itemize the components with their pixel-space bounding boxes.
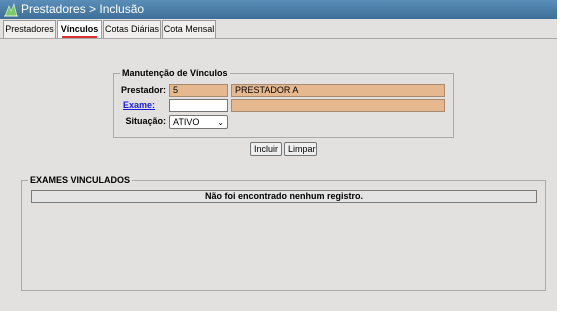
situacao-select[interactable]: ATIVO ⌄ [169, 115, 228, 129]
empty-results-message: Não foi encontrado nenhum registro. [31, 190, 537, 203]
exame-code-input[interactable] [169, 99, 228, 112]
tab-prestadores[interactable]: Prestadores [3, 20, 56, 38]
prestador-label: Prestador: [120, 85, 166, 95]
tab-cotas-diarias[interactable]: Cotas Diárias [103, 20, 161, 38]
tab-vinculos[interactable]: Vínculos [57, 20, 102, 38]
chevron-down-icon: ⌄ [217, 118, 224, 127]
situacao-selected-value: ATIVO [173, 117, 200, 127]
title-bar: Prestadores > Inclusão [0, 0, 557, 19]
tab-cota-mensal[interactable]: Cota Mensal [162, 20, 216, 38]
tab-bar: Prestadores Vínculos Cotas Diárias Cota … [0, 20, 557, 39]
exame-lookup-link[interactable]: Exame: [120, 99, 155, 112]
window-title: Prestadores > Inclusão [21, 2, 145, 16]
exame-name-field [231, 99, 445, 112]
prestador-name-field: PRESTADOR A [231, 84, 445, 97]
situacao-label: Situação: [125, 116, 166, 126]
app-logo-icon [4, 3, 18, 17]
app-frame: Prestadores > Inclusão Prestadores Víncu… [0, 0, 557, 311]
incluir-button[interactable]: Incluir [250, 142, 282, 156]
limpar-button[interactable]: Limpar [284, 142, 317, 156]
prestador-code-field: 5 [169, 84, 228, 97]
panel-legend: Manutenção de Vínculos [122, 68, 228, 78]
tab-divider [0, 38, 557, 39]
results-legend: EXAMES VINCULADOS [30, 175, 131, 185]
